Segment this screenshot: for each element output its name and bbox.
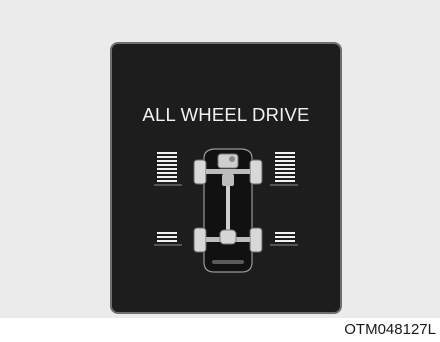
figure: ALL WHEEL DRIVE OTM048127L <box>0 0 440 342</box>
rear-right-torque-bars <box>270 232 298 246</box>
drivetrain-diagram <box>154 148 298 273</box>
figure-code: OTM048127L <box>344 321 436 338</box>
drive-mode-title: ALL WHEEL DRIVE <box>142 104 310 125</box>
cluster-display: ALL WHEEL DRIVE <box>110 42 342 314</box>
rear-left-torque-bars <box>154 232 182 246</box>
vehicle-chassis-icon <box>193 148 263 273</box>
front-left-torque-bars <box>154 152 182 186</box>
front-right-torque-bars <box>270 152 298 186</box>
